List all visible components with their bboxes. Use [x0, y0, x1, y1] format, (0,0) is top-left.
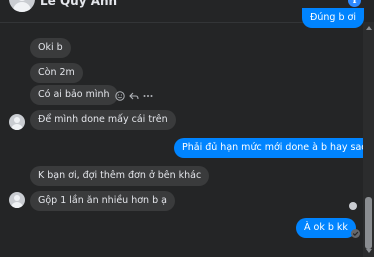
- scrollbar[interactable]: [363, 22, 374, 257]
- message-bubble-incoming[interactable]: Oki b: [30, 38, 71, 58]
- message-bubble-incoming[interactable]: K bạn ơi, đợi thêm đơn ở bên khác: [30, 166, 210, 186]
- message-bubble-outgoing[interactable]: À ok b kk: [296, 218, 356, 238]
- reply-icon[interactable]: [129, 91, 139, 101]
- message-bubble-outgoing[interactable]: Phải đủ hạn mức mới done à b hay sao: [174, 138, 374, 158]
- contact-avatar[interactable]: [9, 0, 35, 12]
- more-options-icon[interactable]: [143, 91, 153, 101]
- scroll-down-arrow-icon[interactable]: [366, 249, 372, 253]
- read-receipt-avatar: [349, 202, 357, 210]
- scroll-up-arrow-icon[interactable]: [366, 26, 372, 30]
- scrollbar-thumb[interactable]: [365, 197, 372, 249]
- sent-check-icon: [351, 229, 360, 238]
- emoji-react-icon[interactable]: [115, 91, 125, 101]
- sender-avatar[interactable]: [9, 114, 25, 130]
- info-icon[interactable]: i: [348, 0, 361, 7]
- message-bubble-outgoing[interactable]: Đúng b ơi: [302, 8, 364, 28]
- message-bubble-incoming[interactable]: Gộp 1 lần ăn nhiều hơn b ạ: [30, 191, 175, 211]
- contact-name[interactable]: Lê Quý Anh: [40, 0, 117, 8]
- sender-avatar[interactable]: [9, 192, 25, 208]
- message-bubble-incoming[interactable]: Để mình done mấy cái trên: [30, 110, 176, 130]
- message-bubble-incoming[interactable]: Có ai bảo mình: [30, 85, 118, 105]
- message-bubble-incoming[interactable]: Còn 2m: [30, 63, 83, 83]
